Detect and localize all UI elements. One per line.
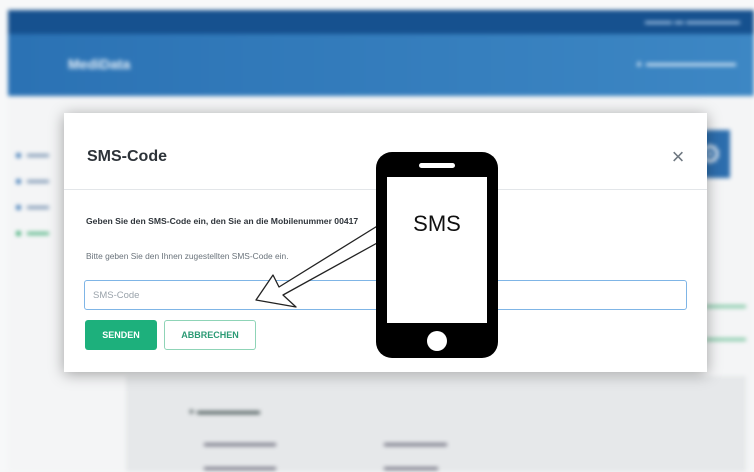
- phone-icon: SMS: [376, 152, 498, 358]
- phone-screen: SMS: [387, 177, 487, 323]
- phone-screen-label: SMS: [413, 211, 461, 236]
- phone-home-button: [427, 331, 447, 351]
- phone-speaker: [419, 163, 455, 168]
